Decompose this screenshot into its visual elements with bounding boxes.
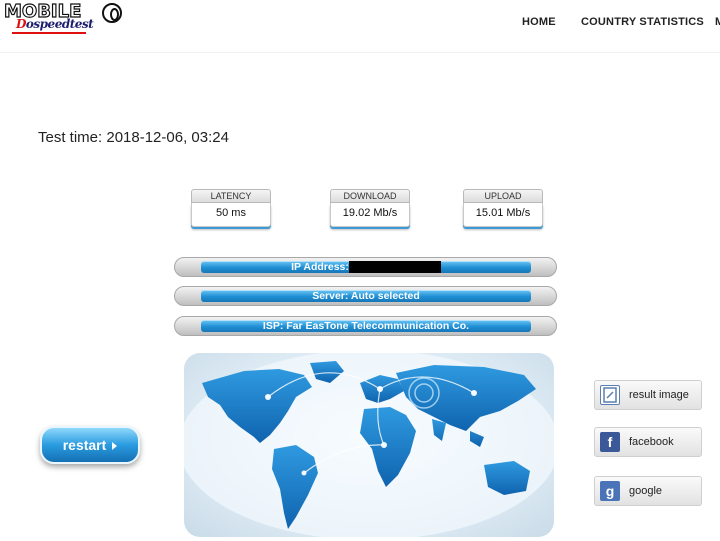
ip-address-redacted [348, 261, 441, 273]
latency-value: 50 ms [191, 203, 271, 227]
upload-label: UPLOAD [463, 189, 543, 203]
ip-address-label: IP Address: [291, 261, 349, 273]
isp-text: ISP: Far EasTone Telecommunication Co. [262, 320, 470, 332]
latency-box: LATENCY 50 ms [191, 189, 271, 229]
facebook-share-button[interactable]: f facebook [594, 427, 702, 457]
world-map-graphic [184, 353, 554, 537]
site-logo[interactable]: MOBILE Dospeedtest [2, 0, 126, 35]
result-image-button[interactable]: result image [594, 380, 702, 410]
world-map-svg [184, 353, 554, 537]
nav-more[interactable]: M [715, 16, 720, 28]
google-share-button[interactable]: g google [594, 476, 702, 506]
server-text: Server: Auto selected [312, 290, 420, 302]
restart-button[interactable]: restart [40, 426, 140, 464]
site-header: MOBILE Dospeedtest HOME COUNTRY STATISTI… [0, 0, 720, 53]
result-image-label: result image [629, 389, 689, 401]
download-value: 19.02 Mb/s [330, 203, 410, 227]
nav-home[interactable]: HOME [522, 16, 556, 28]
download-box: DOWNLOAD 19.02 Mb/s [330, 189, 410, 229]
facebook-icon: f [600, 432, 620, 452]
server-bar: Server: Auto selected [174, 286, 557, 306]
test-time: Test time: 2018-12-06, 03:24 [38, 129, 229, 146]
logo-underline [12, 32, 86, 34]
latency-label: LATENCY [191, 189, 271, 203]
facebook-label: facebook [629, 436, 674, 448]
ip-address-bar: IP Address: [174, 257, 557, 277]
edit-image-icon [600, 385, 620, 405]
restart-label: restart [62, 437, 107, 453]
nav-country-statistics[interactable]: COUNTRY STATISTICS [581, 16, 704, 28]
logo-subtitle: Dospeedtest [16, 17, 94, 31]
upload-value: 15.01 Mb/s [463, 203, 543, 227]
logo-01-circle [102, 3, 122, 23]
download-label: DOWNLOAD [330, 189, 410, 203]
chevron-right-icon [112, 442, 118, 451]
google-label: google [629, 485, 663, 497]
google-icon: g [600, 481, 620, 501]
upload-box: UPLOAD 15.01 Mb/s [463, 189, 543, 229]
isp-bar: ISP: Far EasTone Telecommunication Co. [174, 316, 557, 336]
